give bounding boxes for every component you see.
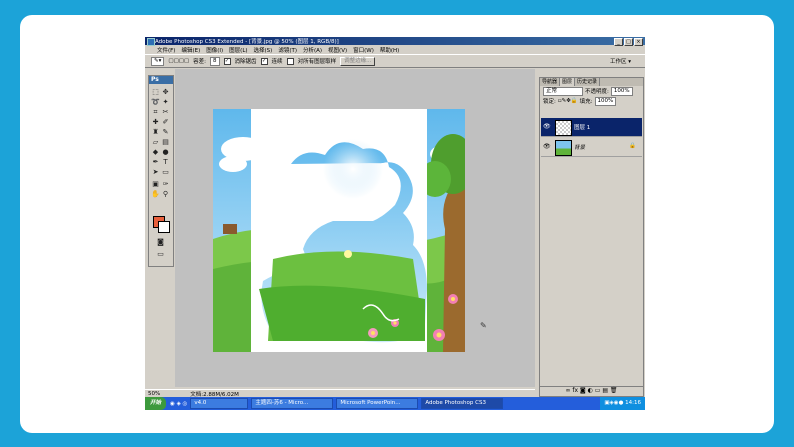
sample-all-label: 对所有图层取样 bbox=[297, 59, 337, 65]
history-brush-icon[interactable]: ✎ bbox=[161, 128, 170, 137]
title-bar: Adobe Photoshop CS3 Extended - [背景.jpg @… bbox=[145, 37, 645, 46]
pen-tool-icon[interactable]: ✒ bbox=[151, 158, 160, 167]
options-bar: ✎▾ ▢▢▢▢ 容差: 8 ✓ 消除锯齿 ✓ 连续 对所有图层取样 调整边缘..… bbox=[145, 54, 645, 68]
tool-preset-picker[interactable]: ✎▾ bbox=[151, 56, 165, 66]
marquee-tool-icon[interactable]: ⬚ bbox=[151, 88, 160, 97]
visibility-eye-icon[interactable]: 👁 bbox=[543, 123, 551, 130]
toolbox: Ps ⬚ ✥ ➰ ✦ ⌗ ✂ ✚ ✐ ♜ ✎ ▱ ▤ ◆ ● ✒ T ➤ ▭ ▣… bbox=[148, 75, 174, 267]
layers-panel: 导航器 图层 历史记录 正常 不透明度: 100% 锁定: ▫✎✥🔒 填充: 1… bbox=[539, 77, 644, 397]
lock-icon: 🔒 bbox=[629, 143, 636, 149]
healing-tool-icon[interactable]: ✚ bbox=[151, 118, 160, 127]
sample-all-checkbox[interactable] bbox=[286, 57, 294, 65]
zoom-tool-icon[interactable]: ⚲ bbox=[161, 190, 170, 199]
document-workspace[interactable]: ✎ bbox=[175, 69, 535, 387]
menu-file[interactable]: 文件(F) bbox=[157, 46, 175, 54]
status-bar: 50% 文档:2.88M/6.02M bbox=[145, 389, 535, 398]
document-canvas[interactable] bbox=[213, 109, 465, 352]
toolbox-header: Ps bbox=[149, 76, 173, 84]
start-button[interactable]: 开始 bbox=[145, 397, 167, 410]
window-title: Adobe Photoshop CS3 Extended - [背景.jpg @… bbox=[155, 39, 339, 45]
layer-row-background[interactable]: 👁 背景 🔒 bbox=[541, 138, 642, 157]
menu-image[interactable]: 图像(I) bbox=[206, 46, 223, 54]
menu-window[interactable]: 窗口(W) bbox=[353, 46, 374, 54]
quick-launch-icons[interactable]: ◉ ◈ ◎ bbox=[170, 401, 187, 407]
cursor-icon: ✎ bbox=[480, 321, 487, 330]
fill-input[interactable]: 100% bbox=[594, 96, 617, 106]
opacity-label: 不透明度: bbox=[585, 89, 609, 95]
blend-mode-select[interactable]: 正常 bbox=[543, 86, 583, 96]
stamp-tool-icon[interactable]: ♜ bbox=[151, 128, 160, 137]
eraser-tool-icon[interactable]: ▱ bbox=[151, 138, 160, 147]
tab-history[interactable]: 历史记录 bbox=[575, 78, 601, 86]
menu-edit[interactable]: 编辑(E) bbox=[181, 46, 200, 54]
blur-tool-icon[interactable]: ◆ bbox=[151, 148, 160, 157]
eyedropper-tool-icon[interactable]: ✑ bbox=[161, 180, 170, 189]
type-tool-icon[interactable]: T bbox=[161, 158, 170, 167]
slice-tool-icon[interactable]: ✂ bbox=[161, 108, 170, 117]
menu-help[interactable]: 帮助(H) bbox=[380, 46, 399, 54]
tab-layers[interactable]: 图层 bbox=[560, 78, 576, 86]
gradient-tool-icon[interactable]: ▤ bbox=[161, 138, 170, 147]
layer-name: 图层 1 bbox=[574, 125, 591, 131]
anti-alias-label: 消除锯齿 bbox=[234, 59, 257, 65]
quick-mask-icon[interactable]: ◙ bbox=[156, 238, 165, 247]
brush-tool-icon[interactable]: ✐ bbox=[161, 118, 170, 127]
menu-layer[interactable]: 图层(L) bbox=[229, 46, 247, 54]
system-tray: ▣◈◉● 14:16 bbox=[600, 397, 645, 410]
notes-tool-icon[interactable]: ▣ bbox=[151, 180, 160, 189]
layer-thumbnail bbox=[555, 140, 572, 156]
tray-icons[interactable]: ▣◈◉● bbox=[604, 400, 625, 406]
layer-name: 背景 bbox=[574, 145, 586, 151]
lock-label: 锁定: bbox=[543, 99, 556, 105]
menu-filter[interactable]: 滤镜(T) bbox=[278, 46, 297, 54]
background-color-swatch[interactable] bbox=[158, 221, 170, 233]
clock: 14:16 bbox=[625, 400, 641, 406]
contiguous-checkbox[interactable]: ✓ bbox=[260, 57, 268, 65]
blend-row: 正常 不透明度: 100% bbox=[540, 86, 643, 96]
menu-analysis[interactable]: 分析(A) bbox=[303, 46, 322, 54]
fill-label: 填充: bbox=[579, 99, 593, 105]
crop-tool-icon[interactable]: ⌗ bbox=[151, 108, 160, 117]
magic-wand-tool-icon[interactable]: ✦ bbox=[161, 98, 170, 107]
workspace-button[interactable]: 工作区 ▾ bbox=[610, 57, 631, 65]
landscape-artwork bbox=[213, 109, 465, 352]
layer-thumbnail bbox=[555, 120, 572, 136]
shape-tool-icon[interactable]: ▭ bbox=[161, 168, 170, 177]
lasso-tool-icon[interactable]: ➰ bbox=[151, 98, 160, 107]
lock-icons[interactable]: ▫✎✥🔒 bbox=[558, 98, 578, 104]
move-tool-icon[interactable]: ✥ bbox=[161, 88, 170, 97]
anti-alias-checkbox[interactable]: ✓ bbox=[223, 57, 231, 65]
opacity-input[interactable]: 100% bbox=[610, 86, 633, 96]
photoshop-window: Adobe Photoshop CS3 Extended - [背景.jpg @… bbox=[145, 37, 645, 410]
menu-bar: 文件(F) 编辑(E) 图像(I) 图层(L) 选择(S) 滤镜(T) 分析(A… bbox=[145, 45, 645, 54]
tolerance-input[interactable]: 8 bbox=[210, 56, 220, 66]
layer-panel-footer[interactable]: ∞ fx ◙ ◐ ▭ ▤ 🗑 bbox=[540, 386, 643, 396]
hand-tool-icon[interactable]: ✋ bbox=[151, 190, 160, 199]
task-powerpoint[interactable]: Microsoft PowerPoin... bbox=[336, 398, 419, 409]
zoom-level[interactable]: 50% bbox=[148, 391, 160, 397]
tolerance-label: 容差: bbox=[193, 59, 207, 65]
panel-tabs: 导航器 图层 历史记录 bbox=[540, 78, 643, 86]
path-select-tool-icon[interactable]: ➤ bbox=[151, 168, 160, 177]
contiguous-label: 连续 bbox=[271, 59, 283, 65]
refine-edge-button[interactable]: 调整边缘... bbox=[340, 56, 376, 66]
visibility-eye-icon[interactable]: 👁 bbox=[543, 143, 551, 150]
menu-select[interactable]: 选择(S) bbox=[254, 46, 273, 54]
tab-navigator[interactable]: 导航器 bbox=[540, 78, 561, 86]
menu-view[interactable]: 视图(V) bbox=[328, 46, 347, 54]
task-photoshop[interactable]: Adobe Photoshop CS3 bbox=[421, 398, 504, 409]
layer-row-1[interactable]: 👁 图层 1 bbox=[541, 118, 642, 137]
task-v4[interactable]: v4.0 bbox=[190, 398, 249, 409]
selection-mode-icons[interactable]: ▢▢▢▢ bbox=[168, 58, 189, 64]
lock-row: 锁定: ▫✎✥🔒 填充: 100% bbox=[540, 96, 643, 106]
screen-mode-icon[interactable]: ▭ bbox=[156, 250, 165, 259]
task-word[interactable]: 主题四-苏6 - Micro... bbox=[251, 398, 334, 409]
taskbar: 开始 ◉ ◈ ◎ v4.0 主题四-苏6 - Micro... Microsof… bbox=[145, 397, 645, 410]
dodge-tool-icon[interactable]: ● bbox=[161, 148, 170, 157]
